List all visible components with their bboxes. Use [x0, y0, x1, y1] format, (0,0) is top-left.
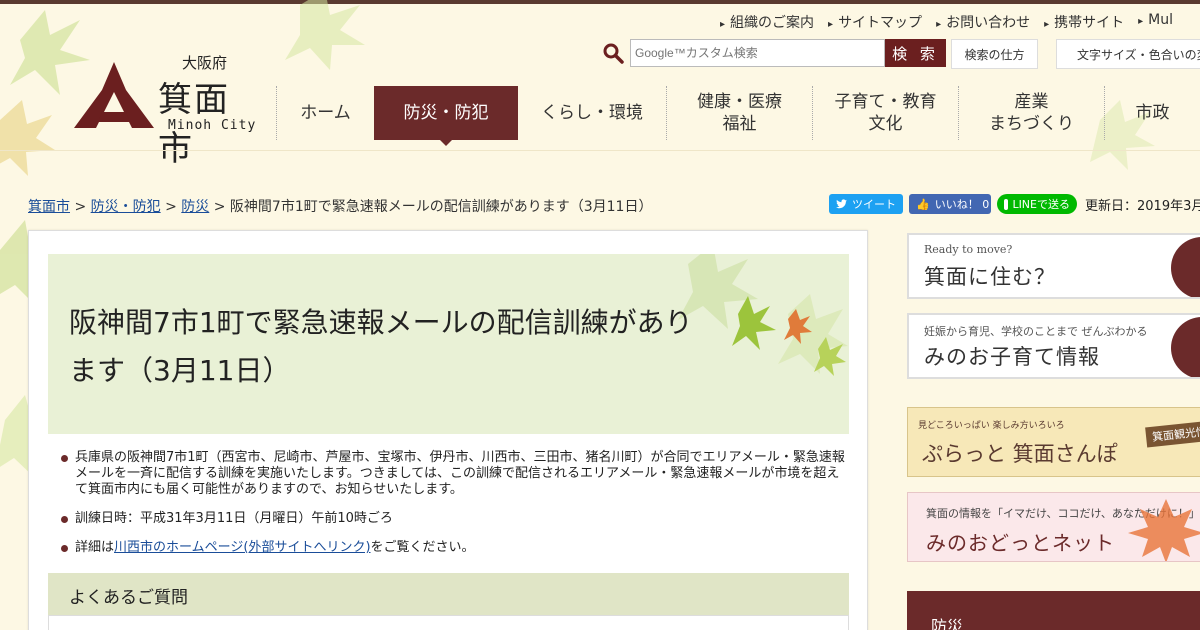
leaf-decoration — [0, 100, 55, 176]
utility-links: 組織のご案内 サイトマップ お問い合わせ 携帯サイト Mul — [720, 12, 1173, 32]
sidebar-disaster-heading: 防災 — [907, 591, 1200, 630]
breadcrumb-link-prevention[interactable]: 防災 — [181, 199, 209, 215]
nav-label: くらし・環境 — [541, 103, 643, 123]
like-label: いいね！ 0 — [934, 198, 990, 211]
leaf-decoration — [285, 0, 365, 70]
banner-title: 箕面に住む？ — [924, 265, 1056, 289]
nav-label: 市政 — [1135, 103, 1170, 123]
title-box: 阪神間7市1町で緊急速報メールの配信訓練があります（3月11日） — [48, 254, 849, 434]
nav-label: 子育て・教育 文化 — [835, 91, 937, 135]
util-link-mobile[interactable]: 携帯サイト — [1044, 12, 1124, 32]
nav-city-government[interactable]: 市政 — [1104, 86, 1200, 140]
arrow-circle-icon — [1171, 317, 1200, 377]
breadcrumb-separator: > — [209, 199, 230, 215]
nav-label: 産業 まちづくり — [989, 91, 1074, 135]
banner-subtitle: 妊娠から育児、学校のことまで ぜんぶわかる — [924, 325, 1148, 338]
banner-title: みのお子育て情報 — [924, 345, 1100, 369]
tweet-label: ツイート — [852, 198, 896, 211]
banner-title: ぷらっと 箕面さんぽ — [922, 442, 1118, 466]
breadcrumb-current: 阪神間7市1町で緊急速報メールの配信訓練があります（3月11日） — [229, 199, 653, 215]
detail-suffix: をご覧ください。 — [370, 540, 475, 555]
banner-minoh-sanpo[interactable]: 見どころいっぱい 楽しみ方いろいろ ぷらっと 箕面さんぽ 箕面観光情 — [907, 407, 1200, 477]
share-buttons: ツイート 👍 いいね！ 0 LINEで送る 更新日：2019年3月 — [829, 194, 1200, 214]
util-link-contact[interactable]: お問い合わせ — [936, 12, 1030, 32]
updated-date: 更新日：2019年3月 — [1085, 198, 1200, 214]
list-item: 詳細は川西市のホームページ(外部サイトへリンク)をご覧ください。 — [61, 540, 851, 556]
nav-label-line2: 文化 — [868, 114, 903, 134]
nav-label-line1: 健康・医療 — [697, 92, 782, 112]
twitter-bird-icon — [836, 199, 847, 209]
nav-label-line1: 産業 — [1014, 92, 1049, 112]
nav-disaster-prevention[interactable]: 防災・防犯 — [374, 86, 518, 146]
nav-industry-town[interactable]: 産業 まちづくり — [958, 86, 1104, 140]
util-link-organization[interactable]: 組織のご案内 — [720, 12, 814, 32]
kawanishi-link[interactable]: 川西市のホームページ(外部サイトへリンク) — [114, 540, 371, 555]
line-icon — [1004, 198, 1009, 210]
banner-minoh-dot-net[interactable]: 箕面の情報を「イマだけ、ココだけ、あなただけに！」 みのおどっとネット — [907, 492, 1200, 562]
util-link-multilingual[interactable]: Mul — [1138, 12, 1173, 32]
site-logo[interactable]: 大阪府 箕面市 Minoh City — [74, 52, 264, 169]
util-link-sitemap[interactable]: サイトマップ — [828, 12, 922, 32]
arrow-circle-icon — [1171, 237, 1200, 297]
nav-label: 防災・防犯 — [403, 103, 489, 123]
nav-label: 健康・医療 福祉 — [697, 91, 782, 135]
logo-city-english: Minoh City — [168, 118, 257, 133]
faq-heading: よくあるご質問 — [48, 573, 849, 615]
line-share-button[interactable]: LINEで送る — [997, 194, 1077, 214]
tweet-button[interactable]: ツイート — [829, 194, 903, 214]
breadcrumb: 箕面市 > 防災・防犯 > 防災 > 阪神間7市1町で緊急速報メールの配信訓練が… — [28, 196, 652, 216]
detail-prefix: 詳細は — [75, 540, 115, 555]
breadcrumb-separator: > — [70, 199, 91, 215]
faq-body — [48, 615, 849, 630]
search-input[interactable] — [630, 39, 885, 67]
banner-subtitle: Ready to move? — [924, 243, 1013, 256]
top-border — [0, 0, 1200, 4]
line-label: LINEで送る — [1012, 198, 1070, 211]
list-item: 訓練日時：平成31年3月11日（月曜日）午前10時ごろ — [61, 511, 851, 527]
minoh-logo-icon — [74, 62, 154, 128]
global-navigation: ホーム 防災・防犯 くらし・環境 健康・医療 福祉 子育て・教育 文化 産業 まちづく… — [276, 86, 1200, 146]
banner-childcare-info[interactable]: 妊娠から育児、学校のことまで ぜんぶわかる みのお子育て情報 — [907, 313, 1200, 379]
nav-label-line1: 子育て・教育 — [834, 92, 937, 112]
search-area: 検 索 — [602, 39, 946, 67]
nav-label: ホーム — [300, 103, 351, 123]
nav-home[interactable]: ホーム — [276, 86, 374, 140]
banner-tag: 箕面観光情 — [1145, 420, 1200, 448]
page-title: 阪神間7市1町で緊急速報メールの配信訓練があります（3月11日） — [69, 306, 693, 387]
header-divider — [0, 150, 1200, 151]
nav-label-line2: 福祉 — [722, 114, 757, 134]
list-item: 兵庫県の阪神間7市1町（西宮市、尼崎市、芦屋市、宝塚市、伊丹市、川西市、三田市、… — [61, 450, 851, 498]
font-size-color-button[interactable]: 文字サイズ・色合いの変 — [1056, 39, 1200, 69]
breadcrumb-link-disaster[interactable]: 防災・防犯 — [91, 199, 161, 215]
main-content: 阪神間7市1町で緊急速報メールの配信訓練があります（3月11日） 兵庫県の阪神間… — [28, 230, 868, 630]
nav-label-line2: まちづくり — [989, 114, 1074, 134]
banner-title: みのおどっとネット — [926, 531, 1115, 555]
maple-leaf-icon — [1128, 499, 1200, 561]
article-body: 兵庫県の阪神間7市1町（西宮市、尼崎市、芦屋市、宝塚市、伊丹市、川西市、三田市、… — [61, 450, 851, 569]
search-button[interactable]: 検 索 — [885, 39, 946, 67]
banner-live-in-minoh[interactable]: Ready to move? 箕面に住む？ — [907, 233, 1200, 299]
search-icon — [603, 43, 624, 64]
breadcrumb-link-home[interactable]: 箕面市 — [28, 199, 70, 215]
breadcrumb-separator: > — [160, 199, 182, 215]
nav-living-environment[interactable]: くらし・環境 — [518, 86, 666, 140]
thumbs-up-icon: 👍 — [916, 197, 930, 211]
logo-prefecture: 大阪府 — [182, 54, 228, 72]
nav-health-welfare[interactable]: 健康・医療 福祉 — [666, 86, 812, 140]
nav-childcare-education[interactable]: 子育て・教育 文化 — [812, 86, 958, 140]
search-howto-button[interactable]: 検索の仕方 — [951, 39, 1038, 69]
banner-subtitle: 見どころいっぱい 楽しみ方いろいろ — [918, 421, 1065, 431]
facebook-like-button[interactable]: 👍 いいね！ 0 — [909, 194, 991, 214]
